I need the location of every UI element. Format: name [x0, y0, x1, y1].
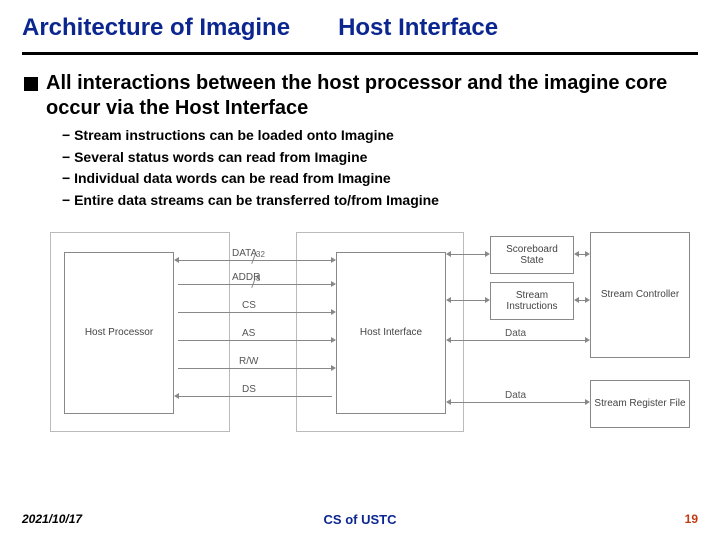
- srf-label: Stream Register File: [594, 398, 685, 409]
- stream-instr-box: Stream Instructions: [490, 282, 574, 320]
- arrow-as: [178, 340, 332, 341]
- sig-data-ctrl: Data: [505, 328, 526, 339]
- host-processor-label: Host Processor: [85, 327, 153, 338]
- sig-rw: R/W: [239, 356, 258, 367]
- title-right: Host Interface: [338, 14, 498, 42]
- sig-ds: DS: [242, 384, 256, 395]
- arrow-data-srf: [450, 402, 586, 403]
- sub-bullet: Several status words can read from Imagi…: [62, 147, 698, 169]
- scoreboard-box: Scoreboard State: [490, 236, 574, 274]
- arrow-streaminstr-r: [578, 300, 586, 301]
- host-interface-box: Host Interface: [336, 252, 446, 414]
- footer: 2021/10/17 CS of USTC 19: [0, 512, 720, 526]
- arrow-rw: [178, 368, 332, 369]
- arrow-scoreboard: [450, 254, 486, 255]
- sub-bullet: Stream instructions can be loaded onto I…: [62, 125, 698, 147]
- stream-controller-label: Stream Controller: [601, 289, 679, 300]
- footer-date: 2021/10/17: [22, 512, 82, 526]
- sig-data-srf: Data: [505, 390, 526, 401]
- title-rule: [22, 52, 698, 55]
- sig-addr: ADDR: [232, 272, 260, 283]
- stream-controller-box: Stream Controller: [590, 232, 690, 358]
- footer-center: CS of USTC: [324, 512, 397, 527]
- sub-bullet: Entire data streams can be transferred t…: [62, 190, 698, 212]
- srf-box: Stream Register File: [590, 380, 690, 428]
- stream-instr-label: Stream Instructions: [506, 290, 557, 312]
- arrow-scoreboard-r: [578, 254, 586, 255]
- square-bullet-icon: [24, 77, 38, 91]
- arrow-cs: [178, 312, 332, 313]
- arrow-ds: [178, 396, 332, 397]
- host-processor-box: Host Processor: [64, 252, 174, 414]
- main-bullet: All interactions between the host proces…: [24, 71, 698, 121]
- sig-as: AS: [242, 328, 255, 339]
- footer-page: 19: [685, 512, 698, 526]
- architecture-diagram: Host Processor Host Interface Scoreboard…: [50, 226, 690, 456]
- main-bullet-text: All interactions between the host proces…: [46, 71, 698, 121]
- sub-bullet: Individual data words can be read from I…: [62, 168, 698, 190]
- arrow-data-ctrl: [450, 340, 586, 341]
- arrow-streaminstr: [450, 300, 486, 301]
- data-width: 32: [256, 250, 265, 259]
- title-left: Architecture of Imagine: [22, 14, 290, 42]
- sig-cs: CS: [242, 300, 256, 311]
- sig-data: DATA: [232, 248, 257, 259]
- host-interface-label: Host Interface: [360, 327, 422, 338]
- scoreboard-label: Scoreboard State: [506, 244, 558, 266]
